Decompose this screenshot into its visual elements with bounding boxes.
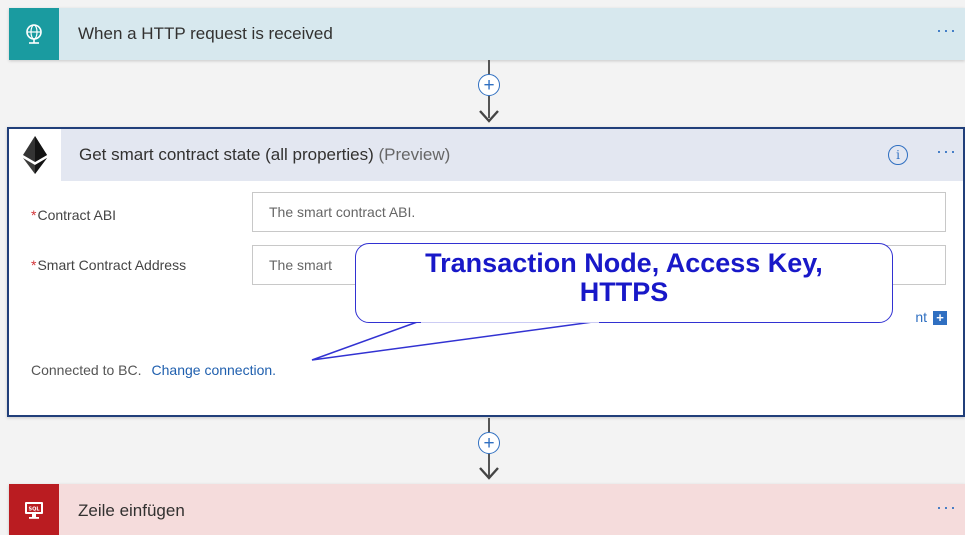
required-marker: * <box>31 207 37 223</box>
add-parameter-label: nt <box>915 309 927 325</box>
trigger-more-button[interactable]: ··· <box>936 20 957 41</box>
contract-abi-label-text: Contract ABI <box>37 207 117 223</box>
plus-icon: + <box>933 311 947 326</box>
action-title-text: Get smart contract state (all properties… <box>79 145 374 164</box>
required-marker: * <box>31 257 37 273</box>
action-more-button[interactable]: ··· <box>936 141 957 162</box>
trigger-title: When a HTTP request is received <box>78 24 333 43</box>
contract-abi-input[interactable]: The smart contract ABI. <box>252 192 946 232</box>
svg-text:SQL: SQL <box>28 506 40 512</box>
contract-abi-label: *Contract ABI <box>31 206 116 225</box>
smart-contract-address-label-text: Smart Contract Address <box>37 257 187 273</box>
preview-label: (Preview) <box>378 145 451 164</box>
connection-status: Connected to BC. Change connection. <box>31 362 276 378</box>
add-parameter-link[interactable]: nt + <box>915 309 947 326</box>
smart-contract-address-label: *Smart Contract Address <box>31 256 211 275</box>
change-connection-link[interactable]: Change connection. <box>152 362 277 378</box>
sql-server-icon: SQL <box>9 484 59 535</box>
action-header[interactable]: Get smart contract state (all properties… <box>9 129 963 181</box>
connection-text: Connected to BC. <box>31 362 142 378</box>
connector-line <box>488 60 490 74</box>
info-icon[interactable]: i <box>888 145 908 165</box>
arrow-down-icon <box>479 467 499 480</box>
ethereum-icon <box>9 129 61 181</box>
insert-row-title: Zeile einfügen <box>78 501 185 520</box>
action-title: Get smart contract state (all properties… <box>79 145 450 165</box>
arrow-down-icon <box>479 110 499 123</box>
insert-row-more-button[interactable]: ··· <box>936 497 957 518</box>
insert-row-card[interactable]: SQL Zeile einfügen ··· <box>9 484 965 535</box>
globe-request-icon <box>9 8 59 60</box>
annotation-callout: Transaction Node, Access Key, HTTPS <box>355 243 893 323</box>
insert-step-button[interactable]: + <box>478 74 500 96</box>
connector-line <box>488 418 490 432</box>
callout-line-2: HTTPS <box>579 277 669 307</box>
trigger-card[interactable]: When a HTTP request is received ··· <box>9 8 965 60</box>
callout-line-1: Transaction Node, Access Key, <box>425 248 823 278</box>
insert-step-button[interactable]: + <box>478 432 500 454</box>
